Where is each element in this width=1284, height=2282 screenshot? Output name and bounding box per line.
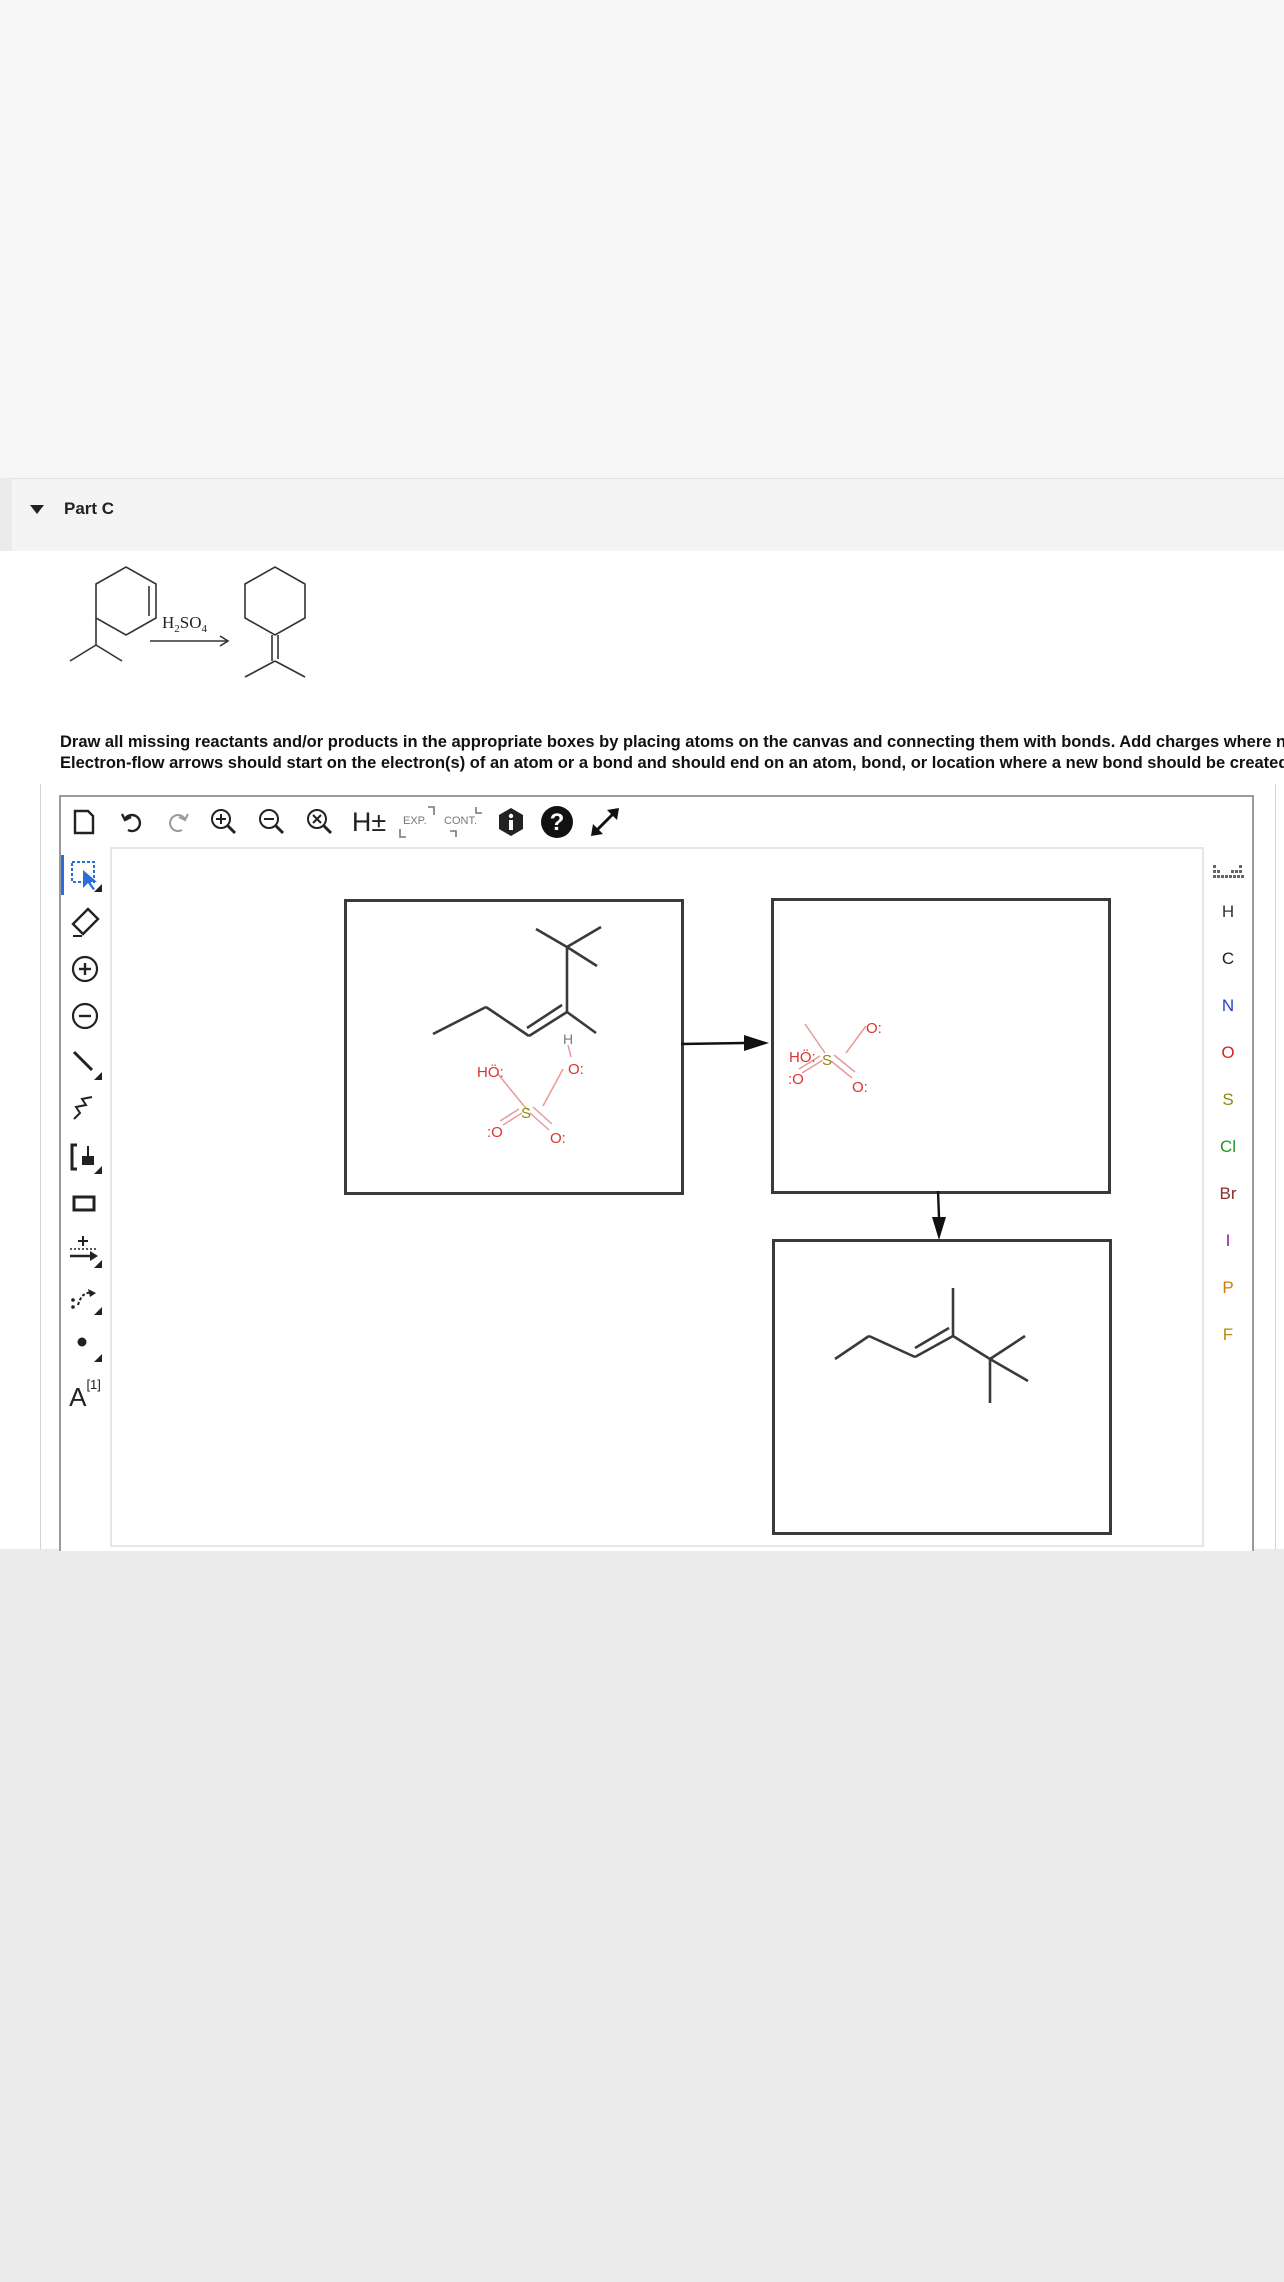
fullscreen-icon [591, 808, 619, 836]
electron-flow-arrow-tool[interactable] [65, 1278, 105, 1318]
box2-o-bottom-right-label: O: [852, 1079, 868, 1096]
atom-label-letter: A [69, 1381, 87, 1412]
bracket-template-icon [70, 1143, 102, 1174]
radical-tool[interactable] [65, 1325, 105, 1365]
rectangle-icon [72, 1195, 96, 1212]
info-icon [499, 808, 523, 836]
curved-arrow-icon [71, 1289, 102, 1315]
plus-charge-icon [71, 955, 99, 983]
atom-label-tool[interactable]: A [1] [65, 1372, 105, 1412]
atom-br-button[interactable]: Br [1205, 1184, 1251, 1204]
minus-charge-icon [71, 1002, 99, 1030]
decrease-charge-tool[interactable] [65, 996, 105, 1036]
reaction-box-3[interactable] [772, 1239, 1112, 1535]
eraser-icon [71, 907, 100, 937]
document-icon [73, 809, 95, 835]
atom-p-button[interactable]: P [1205, 1278, 1251, 1298]
zoom-in-button[interactable] [207, 805, 241, 839]
drawing-canvas[interactable]: HÖ: H S O: :O O: HÖ: S O::O O: [110, 847, 1204, 1547]
box2-structures: HÖ: S O: :O O: [788, 1020, 882, 1096]
part-title: Part C [64, 499, 115, 518]
periodic-table-icon [1213, 865, 1244, 878]
cont-label: CONT. [444, 815, 477, 827]
zoom-out-button[interactable] [255, 805, 289, 839]
box2-o-left-label: :O [788, 1071, 804, 1088]
help-icon: ? [541, 806, 573, 838]
rectangle-tool[interactable] [65, 1184, 105, 1224]
top-toolbar: H± EXP. CONT. ? [61, 797, 1252, 849]
box1-o-right-label: O: [568, 1061, 584, 1078]
box1-ho-label: HÖ: [477, 1063, 504, 1081]
atom-cl-button[interactable]: Cl [1205, 1137, 1251, 1157]
single-bond-tool[interactable] [65, 1043, 105, 1083]
svg-text:?: ? [550, 809, 565, 836]
explicit-hydrogens-button[interactable]: H± [349, 805, 389, 839]
box2-ho-label: HÖ: [789, 1048, 816, 1066]
periodic-table-button[interactable] [1205, 863, 1251, 888]
instructions: Draw all missing reactants and/or produc… [60, 732, 1284, 774]
reagent-label: H2SO4 [162, 613, 208, 635]
undo-icon [120, 813, 142, 833]
zoom-in-icon [211, 809, 237, 835]
reaction-arrow-icon [70, 1236, 102, 1268]
cyclohexane-ring-right [244, 566, 306, 636]
box1-o-bottom-right-label: O: [550, 1130, 566, 1147]
info-button[interactable] [494, 805, 528, 839]
fullscreen-button[interactable] [588, 805, 622, 839]
reaction-box-2[interactable]: HÖ: S O: :O O: [771, 898, 1111, 1194]
eraser-tool[interactable] [65, 902, 105, 942]
help-button[interactable]: ? [540, 805, 574, 839]
atom-h-button[interactable]: H [1205, 902, 1251, 922]
atom-i-button[interactable]: I [1205, 1231, 1251, 1251]
atom-label-index: [1] [86, 1376, 101, 1392]
box3-structure [834, 1288, 1029, 1403]
cyclohexene-ring-left [95, 566, 157, 636]
reaction-box-1[interactable]: HÖ: H S O: :O O: [344, 899, 684, 1195]
zoom-out-icon [259, 809, 285, 835]
box1-structures: HÖ: H S O: :O O: [432, 925, 602, 1147]
reaction-scheme: H2SO4 [69, 566, 306, 678]
template-tool[interactable] [65, 1137, 105, 1177]
chain-icon [73, 1096, 93, 1120]
box1-s-label: S [521, 1105, 531, 1122]
redo-icon [169, 813, 189, 832]
atom-c-button[interactable]: C [1205, 949, 1251, 969]
question-content: H2SO4 Draw all missing reactants and/or … [0, 551, 1284, 785]
active-tool-indicator [61, 855, 64, 895]
selection-icon [71, 861, 102, 892]
contract-button[interactable]: CONT. [442, 805, 486, 839]
atom-n-button[interactable]: N [1205, 996, 1251, 1016]
expand-button[interactable]: EXP. [398, 805, 436, 839]
reaction-arrow-head [744, 1035, 769, 1051]
exp-label: EXP. [403, 815, 427, 827]
atom-f-button[interactable]: F [1205, 1325, 1251, 1345]
radical-dot-icon [77, 1337, 102, 1362]
redo-button[interactable] [161, 805, 195, 839]
increase-charge-tool[interactable] [65, 949, 105, 989]
part-header[interactable]: Part C [12, 478, 1284, 551]
collapse-caret-icon[interactable] [30, 505, 44, 514]
reaction-arrow-head-down [932, 1217, 946, 1240]
reaction-arrow-tool[interactable] [65, 1231, 105, 1271]
marvin-editor: H± EXP. CONT. ? A [1] HÖ: H S O::O O: H… [59, 795, 1254, 1551]
box1-h-label: H [563, 1031, 573, 1047]
zoom-reset-button[interactable] [303, 805, 337, 839]
chain-tool[interactable] [65, 1090, 105, 1130]
box1-o-left-label: :O [487, 1124, 503, 1141]
instruction-line-2: Electron-flow arrows should start on the… [60, 754, 1284, 772]
undo-button[interactable] [115, 805, 149, 839]
box2-s-label: S [822, 1052, 832, 1069]
zoom-reset-icon [307, 809, 333, 835]
single-bond-icon [72, 1050, 102, 1080]
atom-o-button[interactable]: O [1205, 1043, 1251, 1063]
box2-o-right-label: O: [866, 1020, 882, 1037]
periodic-atoms-panel: H C N O S Cl Br I P F [1205, 849, 1251, 1409]
page-top-blank [0, 0, 1284, 478]
new-document-button[interactable] [67, 805, 101, 839]
left-toolbar: A [1] [61, 849, 109, 1549]
selection-tool[interactable] [65, 855, 105, 895]
instruction-line-1: Draw all missing reactants and/or produc… [60, 733, 1284, 751]
atom-s-button[interactable]: S [1205, 1090, 1251, 1110]
